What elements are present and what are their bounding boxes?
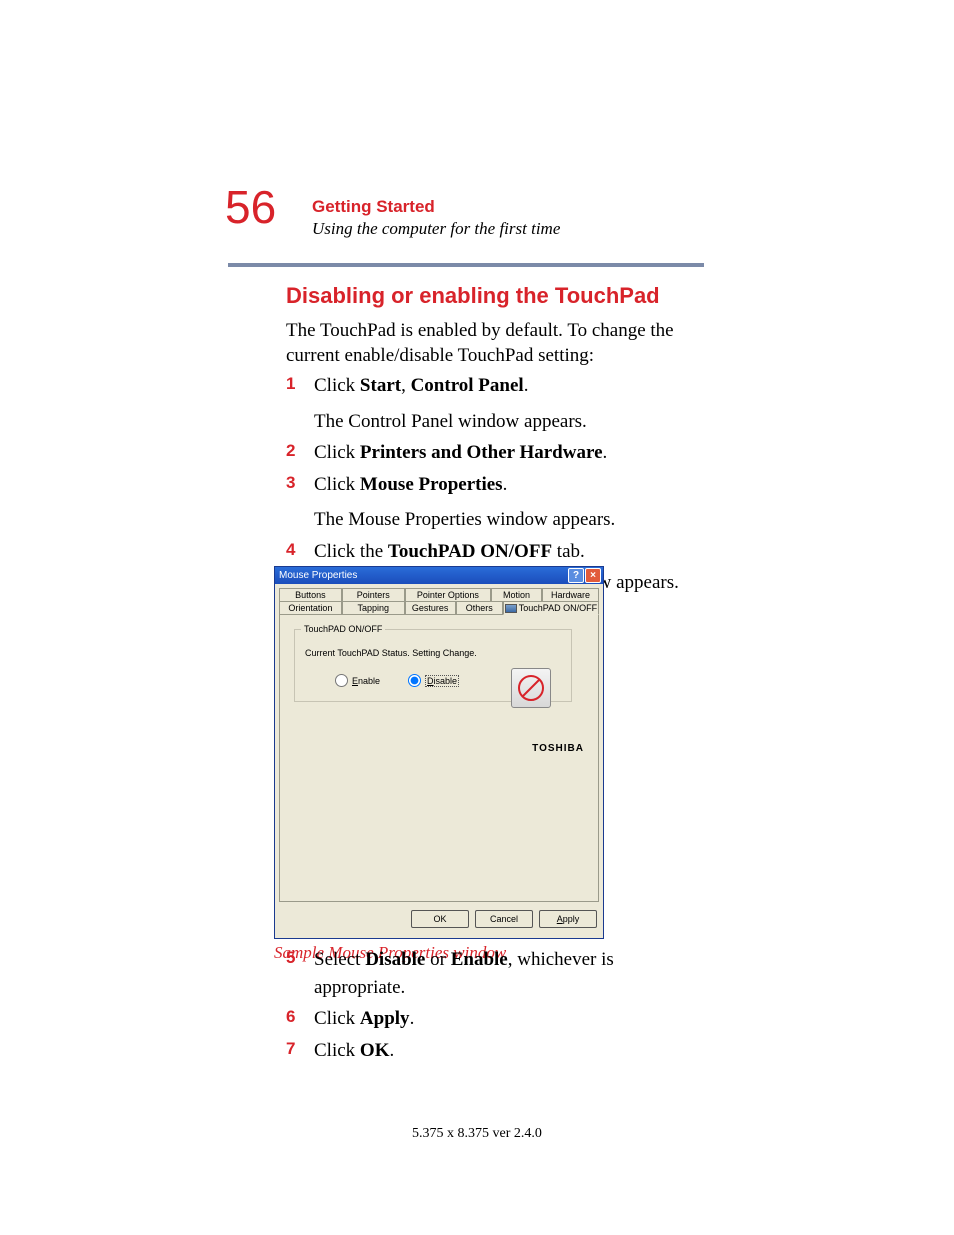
step-text: Click the TouchPAD ON/OFF tab. bbox=[314, 538, 585, 566]
enable-radio[interactable]: Enable bbox=[335, 674, 380, 687]
cancel-button[interactable]: Cancel bbox=[475, 910, 533, 928]
tab-pointers[interactable]: Pointers bbox=[342, 588, 405, 601]
step-text: Click Printers and Other Hardware. bbox=[314, 439, 607, 467]
step-number: 4 bbox=[286, 538, 302, 566]
ok-button[interactable]: OK bbox=[411, 910, 469, 928]
disable-radio-input[interactable] bbox=[408, 674, 421, 687]
tab-panel: TouchPAD ON/OFF Current TouchPAD Status.… bbox=[279, 614, 599, 902]
brand-label: TOSHIBA bbox=[532, 743, 584, 754]
fieldset-legend: TouchPAD ON/OFF bbox=[301, 624, 385, 634]
running-header: Getting Started Using the computer for t… bbox=[312, 197, 560, 239]
horizontal-rule bbox=[228, 263, 704, 267]
step-item: 5 Select Disable or Enable, whichever is… bbox=[286, 946, 704, 1001]
step-number: 1 bbox=[286, 372, 302, 435]
step-number: 3 bbox=[286, 471, 302, 534]
step-text: Click Mouse Properties. The Mouse Proper… bbox=[314, 471, 615, 534]
close-button[interactable]: × bbox=[585, 568, 601, 583]
step-item: 7 Click OK. bbox=[286, 1037, 704, 1065]
tab-row-2: Orientation Tapping Gestures Others Touc… bbox=[279, 601, 599, 615]
dialog-title: Mouse Properties bbox=[279, 570, 357, 581]
tab-hardware[interactable]: Hardware bbox=[542, 588, 599, 601]
step-text: Click Start, Control Panel. The Control … bbox=[314, 372, 587, 435]
step-item: 4 Click the TouchPAD ON/OFF tab. bbox=[286, 538, 704, 566]
step-item: 6 Click Apply. bbox=[286, 1005, 704, 1033]
step-number: 5 bbox=[286, 946, 302, 1001]
touchpad-disabled-icon bbox=[511, 668, 551, 708]
touchpad-tab-icon bbox=[505, 604, 517, 613]
step-text: Click OK. bbox=[314, 1037, 394, 1065]
touchpad-fieldset: TouchPAD ON/OFF Current TouchPAD Status.… bbox=[294, 629, 572, 702]
dialog-titlebar[interactable]: Mouse Properties ? × bbox=[275, 567, 603, 584]
enable-radio-input[interactable] bbox=[335, 674, 348, 687]
apply-button[interactable]: Apply bbox=[539, 910, 597, 928]
section-heading: Disabling or enabling the TouchPad bbox=[286, 283, 660, 309]
section-title-small: Using the computer for the first time bbox=[312, 219, 560, 239]
tab-buttons[interactable]: Buttons bbox=[279, 588, 342, 601]
status-label: Current TouchPAD Status. Setting Change. bbox=[305, 648, 561, 658]
step-item: 3 Click Mouse Properties. The Mouse Prop… bbox=[286, 471, 704, 534]
step-number: 6 bbox=[286, 1005, 302, 1033]
disable-radio[interactable]: Disable bbox=[408, 674, 459, 687]
step-item: 2 Click Printers and Other Hardware. bbox=[286, 439, 704, 467]
tab-others[interactable]: Others bbox=[456, 601, 503, 615]
mouse-properties-dialog: Mouse Properties ? × Buttons Pointers Po… bbox=[274, 566, 604, 939]
step-number: 7 bbox=[286, 1037, 302, 1065]
chapter-title: Getting Started bbox=[312, 197, 560, 217]
tab-tapping[interactable]: Tapping bbox=[342, 601, 405, 615]
tab-motion[interactable]: Motion bbox=[491, 588, 542, 601]
tab-gestures[interactable]: Gestures bbox=[405, 601, 456, 615]
tab-touchpad-onoff[interactable]: TouchPAD ON/OFF bbox=[503, 601, 599, 615]
footer-text: 5.375 x 8.375 ver 2.4.0 bbox=[0, 1126, 954, 1142]
page-number: 56 bbox=[225, 184, 276, 230]
step-text: Click Apply. bbox=[314, 1005, 414, 1033]
step-subtext: The Control Panel window appears. bbox=[314, 408, 587, 436]
figure: Mouse Properties ? × Buttons Pointers Po… bbox=[274, 566, 602, 963]
tab-row-1: Buttons Pointers Pointer Options Motion … bbox=[279, 588, 599, 601]
intro-paragraph: The TouchPad is enabled by default. To c… bbox=[286, 318, 702, 368]
step-text: Select Disable or Enable, whichever is a… bbox=[314, 946, 704, 1001]
step-item: 1 Click Start, Control Panel. The Contro… bbox=[286, 372, 704, 435]
step-list-a: 1 Click Start, Control Panel. The Contro… bbox=[286, 368, 704, 597]
help-button[interactable]: ? bbox=[568, 568, 584, 583]
step-list-b: 5 Select Disable or Enable, whichever is… bbox=[286, 942, 704, 1064]
dialog-button-row: OK Cancel Apply bbox=[275, 902, 603, 938]
tab-orientation[interactable]: Orientation bbox=[279, 601, 342, 615]
step-subtext: The Mouse Properties window appears. bbox=[314, 506, 615, 534]
tab-pointer-options[interactable]: Pointer Options bbox=[405, 588, 491, 601]
step-number: 2 bbox=[286, 439, 302, 467]
